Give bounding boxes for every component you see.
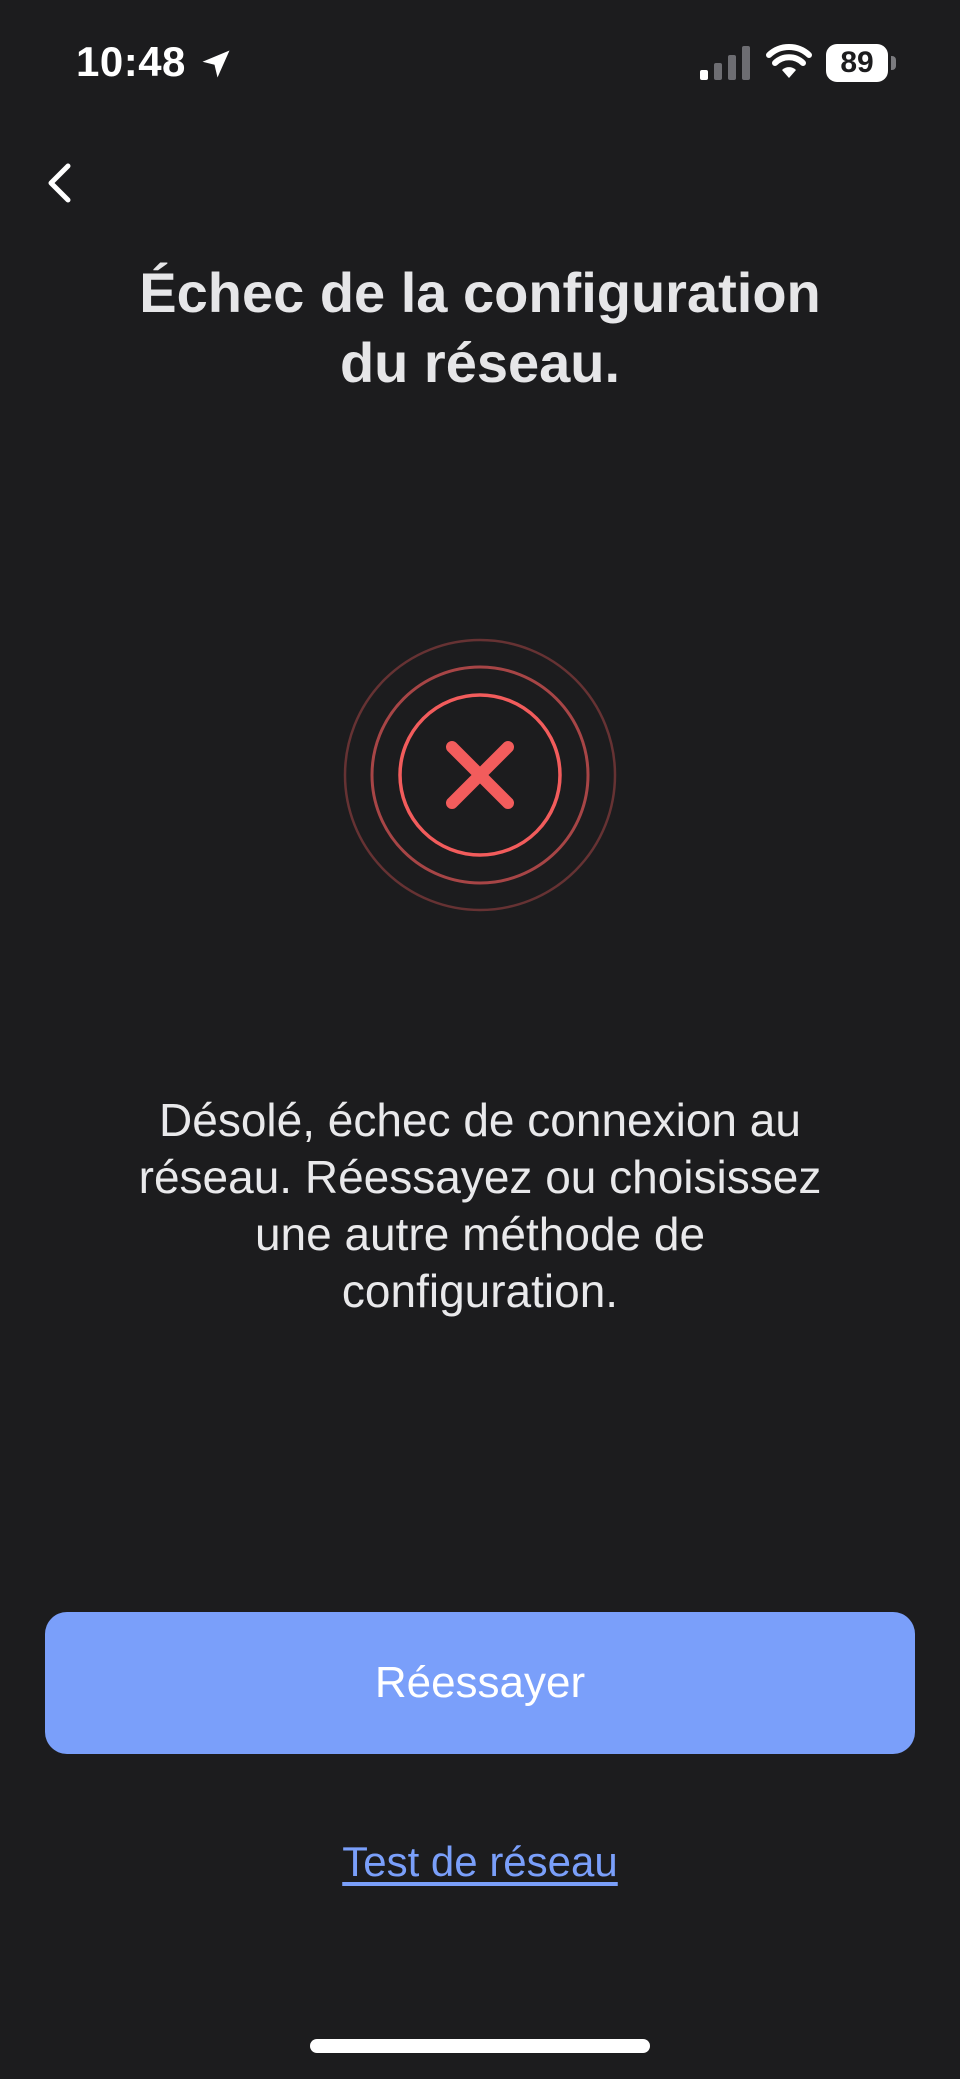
error-message: Désolé, échec de connexion au réseau. Ré… (90, 1092, 870, 1320)
location-arrow-icon (202, 50, 230, 78)
error-message-line: configuration. (341, 1265, 619, 1317)
error-message-line: une autre méthode de (254, 1208, 706, 1260)
cellular-signal-icon (700, 46, 750, 80)
retry-button[interactable]: Réessayer (45, 1612, 915, 1754)
page-title: Échec de la configuration du réseau. (80, 258, 880, 398)
back-button[interactable] (36, 150, 96, 216)
page-title-line: Échec de la configuration (139, 261, 821, 324)
battery-icon: 89 (826, 44, 898, 82)
error-message-line: Désolé, échec de connexion au (159, 1094, 801, 1146)
page-title-line: du réseau. (339, 331, 621, 394)
status-time: 10:48 (76, 38, 186, 85)
network-test-link[interactable]: Test de réseau (180, 1838, 780, 1886)
status-bar: 10:48 89 (0, 0, 960, 130)
wifi-icon (766, 44, 812, 78)
error-message-line: réseau. Réessayez ou choisissez (138, 1151, 822, 1203)
home-indicator[interactable] (310, 2039, 650, 2053)
battery-tip (891, 56, 896, 70)
battery-level: 89 (840, 46, 874, 79)
chevron-left-icon (48, 163, 71, 203)
error-x-icon (343, 638, 617, 912)
